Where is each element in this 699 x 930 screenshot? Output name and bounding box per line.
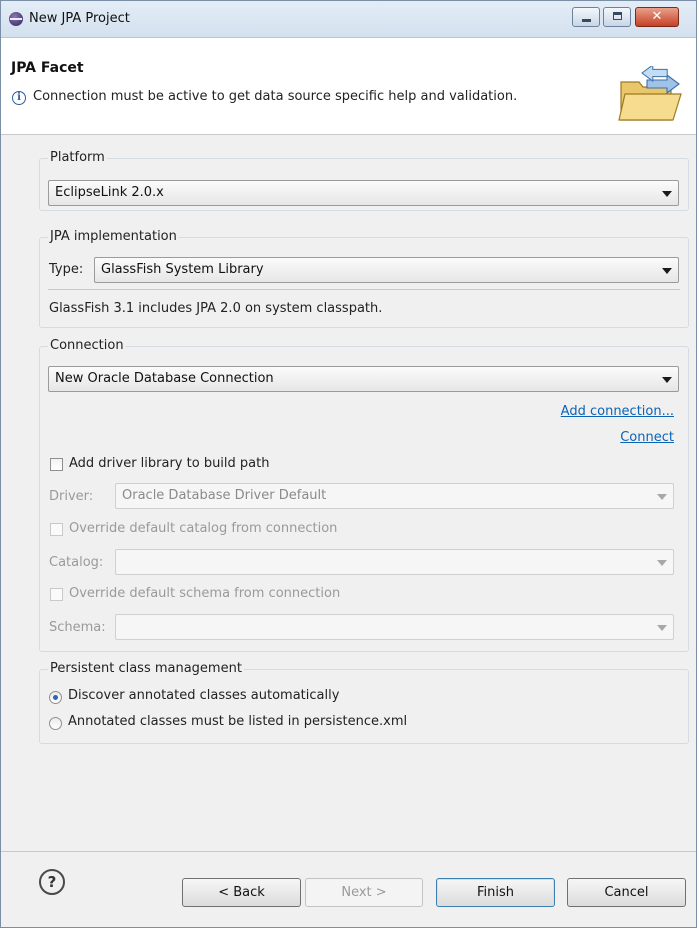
jpa-implementation-group: JPA implementation Type: GlassFish Syste… bbox=[39, 229, 689, 328]
connection-legend: Connection bbox=[48, 338, 126, 353]
folder-icon bbox=[618, 66, 682, 121]
minimize-button[interactable] bbox=[572, 7, 600, 27]
platform-legend: Platform bbox=[48, 150, 107, 165]
driver-select[interactable]: Oracle Database Driver Default bbox=[115, 483, 674, 509]
persistence-legend: Persistent class management bbox=[48, 661, 244, 676]
platform-value: EclipseLink 2.0.x bbox=[55, 185, 164, 200]
chevron-down-icon bbox=[662, 268, 672, 274]
window-title: New JPA Project bbox=[29, 11, 130, 26]
override-catalog-checkbox[interactable] bbox=[50, 523, 63, 536]
platform-select[interactable]: EclipseLink 2.0.x bbox=[48, 180, 679, 206]
header-message: Connection must be active to get data so… bbox=[33, 89, 518, 104]
close-icon: ✕ bbox=[651, 9, 663, 24]
eclipse-icon bbox=[9, 12, 23, 26]
override-schema-label: Override default schema from connection bbox=[69, 586, 341, 601]
chevron-down-icon bbox=[657, 560, 667, 566]
chevron-down-icon bbox=[657, 494, 667, 500]
chevron-down-icon bbox=[662, 377, 672, 383]
discover-label: Discover annotated classes automatically bbox=[68, 688, 340, 703]
override-schema-checkbox[interactable] bbox=[50, 588, 63, 601]
connection-group: Connection New Oracle Database Connectio… bbox=[39, 338, 689, 652]
discover-radio[interactable] bbox=[49, 691, 62, 704]
catalog-label: Catalog: bbox=[49, 555, 104, 570]
chevron-down-icon bbox=[662, 191, 672, 197]
page-title: JPA Facet bbox=[11, 60, 84, 76]
type-select[interactable]: GlassFish System Library bbox=[94, 257, 679, 283]
maximize-button[interactable] bbox=[603, 7, 631, 27]
add-connection-link[interactable]: Add connection... bbox=[561, 404, 674, 419]
separator bbox=[48, 289, 680, 290]
driver-value: Oracle Database Driver Default bbox=[122, 488, 327, 503]
listed-label: Annotated classes must be listed in pers… bbox=[68, 714, 408, 729]
title-bar[interactable]: New JPA Project ✕ bbox=[1, 1, 696, 38]
chevron-down-icon bbox=[657, 625, 667, 631]
next-button[interactable]: Next > bbox=[305, 878, 423, 907]
finish-button[interactable]: Finish bbox=[436, 878, 555, 907]
type-label: Type: bbox=[49, 262, 84, 277]
driver-label: Driver: bbox=[49, 489, 94, 504]
catalog-select[interactable] bbox=[115, 549, 674, 575]
add-driver-checkbox[interactable] bbox=[50, 458, 63, 471]
persistence-group: Persistent class management Discover ann… bbox=[39, 661, 689, 744]
schema-select[interactable] bbox=[115, 614, 674, 640]
listed-radio[interactable] bbox=[49, 717, 62, 730]
help-icon[interactable]: ? bbox=[39, 869, 65, 895]
dialog-window: New JPA Project ✕ JPA Facet i Connection… bbox=[0, 0, 697, 928]
add-driver-label: Add driver library to build path bbox=[69, 456, 270, 471]
type-value: GlassFish System Library bbox=[101, 262, 264, 277]
override-catalog-label: Override default catalog from connection bbox=[69, 521, 338, 536]
back-button[interactable]: < Back bbox=[182, 878, 301, 907]
connection-select[interactable]: New Oracle Database Connection bbox=[48, 366, 679, 392]
info-icon: i bbox=[12, 91, 26, 105]
minimize-icon bbox=[582, 19, 591, 22]
connection-value: New Oracle Database Connection bbox=[55, 371, 274, 386]
schema-label: Schema: bbox=[49, 620, 106, 635]
wizard-header: JPA Facet i Connection must be active to… bbox=[1, 38, 696, 135]
jpa-implementation-legend: JPA implementation bbox=[48, 229, 179, 244]
maximize-icon bbox=[613, 12, 622, 20]
footer-separator bbox=[1, 851, 696, 852]
cancel-button[interactable]: Cancel bbox=[567, 878, 686, 907]
close-button[interactable]: ✕ bbox=[635, 7, 679, 27]
connect-link[interactable]: Connect bbox=[620, 430, 674, 445]
platform-group: Platform EclipseLink 2.0.x bbox=[39, 150, 689, 211]
implementation-note: GlassFish 3.1 includes JPA 2.0 on system… bbox=[49, 301, 383, 316]
